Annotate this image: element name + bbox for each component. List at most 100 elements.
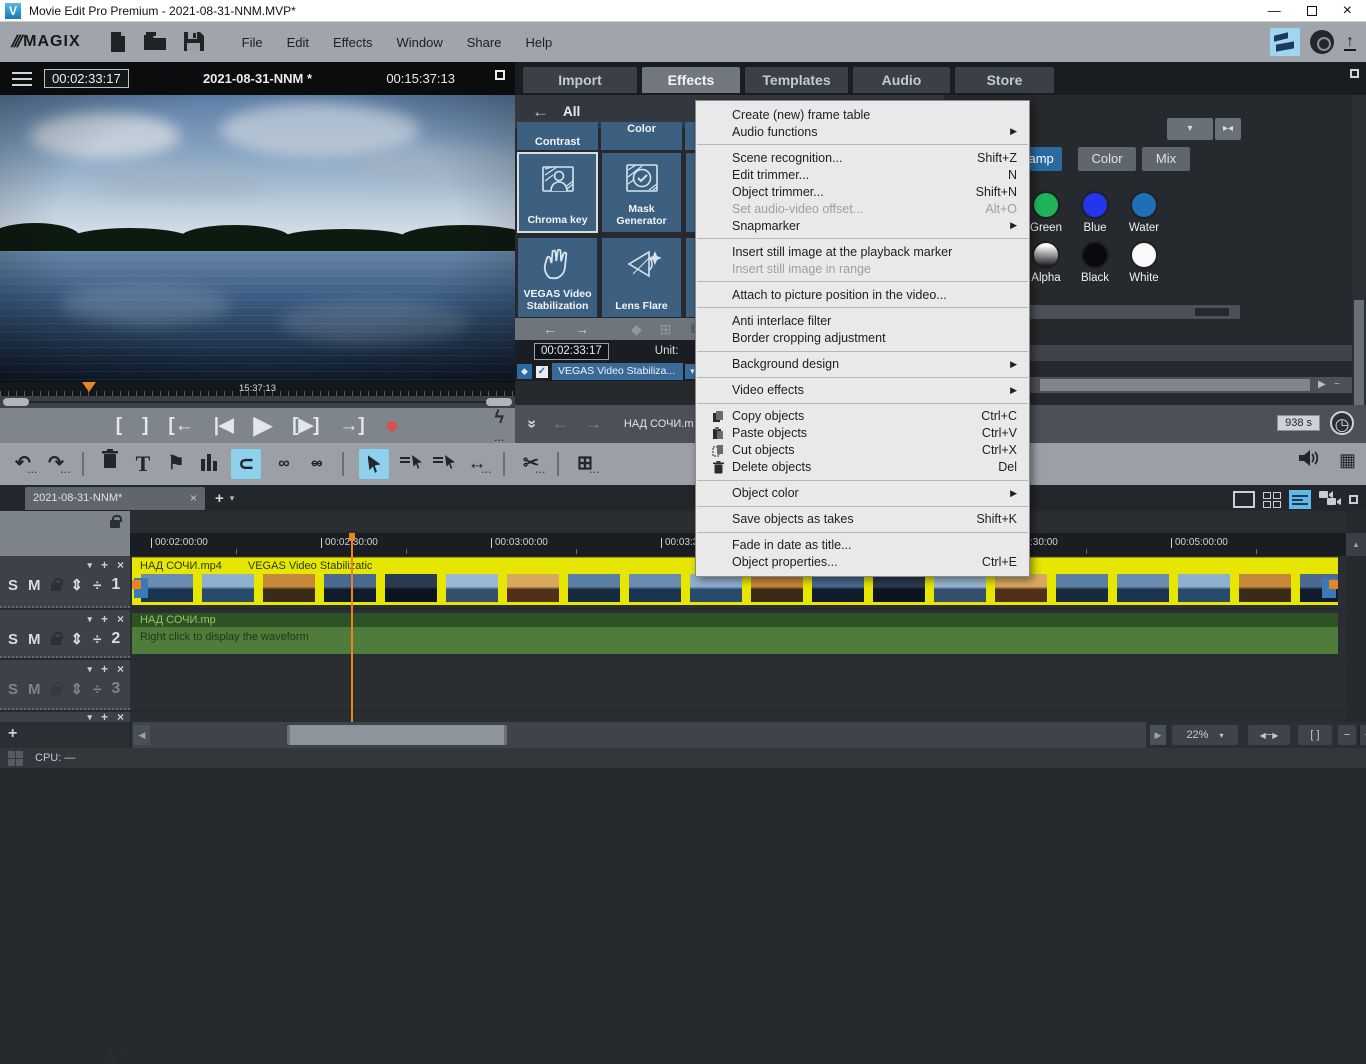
clip-thumbnails[interactable]	[132, 574, 1338, 602]
tab-mix[interactable]: Mix	[1142, 147, 1190, 171]
swatch-water[interactable]	[1130, 191, 1158, 219]
track2-solo-button[interactable]: S	[8, 631, 18, 648]
zoom-fit-all-icon[interactable]: [ ]	[1298, 725, 1332, 745]
preview-scrollbar[interactable]	[0, 396, 515, 408]
panel-detach-icon[interactable]	[1350, 69, 1359, 78]
track1-menu-icon[interactable]: ▾	[87, 560, 92, 571]
clip-thumbnail[interactable]	[141, 574, 193, 602]
menu-item-audio-functions[interactable]: Audio functions▶	[696, 123, 1029, 140]
track3-transition-icon[interactable]: ÷	[93, 681, 101, 698]
track2-resize-icon[interactable]: ⇕	[71, 630, 84, 648]
audio-mixer-icon[interactable]	[1299, 449, 1319, 472]
project-tab[interactable]: 2021-08-31-NNM* ×	[25, 487, 205, 510]
track1-resize-icon[interactable]: ⇕	[71, 576, 84, 594]
clip-end-handle[interactable]	[1322, 578, 1336, 598]
track2-menu-icon[interactable]: ▾	[87, 614, 92, 625]
clip-thumbnail[interactable]	[812, 574, 864, 602]
open-project-icon[interactable]	[143, 31, 167, 53]
range-end-handle[interactable]	[486, 398, 512, 406]
clip-thumbnail[interactable]	[1178, 574, 1230, 602]
menu-effects[interactable]: Effects	[333, 35, 373, 50]
track-flash-icon[interactable]: ϟ	[108, 1048, 115, 1064]
tab-store[interactable]: Store	[955, 67, 1054, 93]
tile-color-partial[interactable]: Color	[601, 122, 682, 150]
track2-add-icon[interactable]: +	[101, 612, 108, 626]
quick-actions-icon[interactable]: ϟ...	[494, 408, 505, 444]
menu-item-delete-objects[interactable]: Delete objectsDel	[696, 459, 1029, 476]
menu-item-edit-trimmer[interactable]: Edit trimmer...N	[696, 166, 1029, 183]
history-fwd-icon[interactable]: →	[575, 321, 589, 337]
waveform-display-button[interactable]	[198, 447, 220, 481]
menu-file[interactable]: File	[242, 35, 263, 50]
new-project-icon[interactable]	[109, 31, 127, 53]
track1-add-icon[interactable]: +	[101, 558, 108, 572]
collapse-panel-icon[interactable]: »	[522, 420, 540, 429]
scroll-left-icon[interactable]: ◀	[134, 725, 150, 745]
range-in-button[interactable]: [	[116, 416, 122, 435]
clip-thumbnail[interactable]	[1117, 574, 1169, 602]
minimize-button[interactable]: —	[1268, 3, 1281, 18]
audio-clip-body[interactable]: Right click to display the waveform	[132, 627, 1338, 654]
tab-templates[interactable]: Templates	[745, 67, 848, 93]
menu-item-fade-in-date-as-title[interactable]: Fade in date as title...	[696, 537, 1029, 554]
panel-vscrollbar[interactable]: ▾	[1352, 95, 1366, 443]
track2-close-icon[interactable]: ×	[117, 612, 124, 626]
track1-transition-icon[interactable]: ÷	[93, 577, 101, 594]
view-timeline-icon[interactable]	[1289, 490, 1311, 509]
range-out-button[interactable]: ]	[142, 416, 148, 435]
zoom-out-icon[interactable]: −	[1334, 379, 1340, 390]
clip-thumbnail[interactable]	[995, 574, 1047, 602]
swatch-black[interactable]	[1081, 241, 1109, 269]
view-storyboard-icon[interactable]	[1319, 489, 1341, 510]
clock-icon[interactable]: ◷	[1330, 411, 1354, 435]
split-button[interactable]: ✂...	[520, 449, 542, 479]
clip-thumbnail[interactable]	[385, 574, 437, 602]
timeline-zoom-in-icon[interactable]: +	[1358, 725, 1366, 745]
jump-end-button[interactable]: →]	[339, 416, 364, 435]
range-start-handle[interactable]	[3, 398, 29, 406]
track4-menu-icon[interactable]: ▾	[87, 712, 92, 723]
tile-vegas-video-stabilization[interactable]: VEGAS Video Stabilization	[517, 237, 598, 318]
menu-item-anti-interlace-filter[interactable]: Anti interlace filter	[696, 312, 1029, 329]
play-range-button[interactable]: [▶]	[292, 416, 319, 435]
ungroup-button[interactable]: ∞	[305, 449, 327, 479]
preview-playhead-icon[interactable]	[82, 382, 96, 392]
hscroll-thumb[interactable]	[287, 725, 507, 745]
plugin-name[interactable]: VEGAS Video Stabiliza...	[552, 363, 683, 380]
clip-thumbnail[interactable]	[202, 574, 254, 602]
menu-share[interactable]: Share	[467, 35, 502, 50]
menu-item-save-objects-as-takes[interactable]: Save objects as takesShift+K	[696, 511, 1029, 528]
project-dropdown-icon[interactable]: ▾	[230, 493, 235, 504]
keyframe-timecode[interactable]: 00:02:33:17	[534, 343, 609, 360]
chapter-marker-button[interactable]: ⚑	[165, 449, 187, 479]
clip-thumbnail[interactable]	[629, 574, 681, 602]
delete-keyframe-icon[interactable]: ⊞	[660, 321, 672, 338]
prev-clip-icon[interactable]: ←	[552, 414, 569, 434]
track3-close-icon[interactable]: ×	[117, 662, 124, 676]
back-arrow-icon[interactable]: ←	[532, 102, 549, 122]
stretch-mode-button[interactable]: ↔...	[466, 449, 488, 479]
prev-frame-button[interactable]: |◀	[214, 416, 234, 435]
tab-color[interactable]: Color	[1078, 147, 1136, 171]
clip-thumbnail[interactable]	[263, 574, 315, 602]
mixer-grid-icon[interactable]: ▦	[1339, 450, 1356, 471]
tile-contrast-partial[interactable]: Contrast	[517, 122, 598, 150]
clip-thumbnail[interactable]	[873, 574, 925, 602]
mouse-mode-single-button[interactable]	[359, 449, 389, 479]
menu-window[interactable]: Window	[397, 35, 443, 50]
clip-thumbnail[interactable]	[568, 574, 620, 602]
menu-item-cut-objects[interactable]: Cut objectsCtrl+X	[696, 442, 1029, 459]
timeline-hscrollbar[interactable]: ◀	[130, 722, 1146, 748]
save-project-icon[interactable]	[183, 31, 204, 53]
history-back-icon[interactable]: ←	[543, 321, 557, 337]
zoom-fit-range-icon[interactable]: ◀−▶	[1248, 725, 1290, 745]
track3-solo-button[interactable]: S	[8, 681, 18, 698]
tile-mask-generator[interactable]: Mask Generator	[601, 152, 682, 233]
preview-ruler[interactable]: 15:37:13	[0, 382, 515, 396]
swatch-blue[interactable]	[1081, 191, 1109, 219]
jump-start-button[interactable]: [←	[168, 416, 193, 435]
menu-item-create-frame-table[interactable]: Create (new) frame table	[696, 106, 1029, 123]
menu-item-insert-still-at-marker[interactable]: Insert still image at the playback marke…	[696, 243, 1029, 260]
menu-item-copy-objects[interactable]: Copy objectsCtrl+C	[696, 408, 1029, 425]
clip-thumbnail[interactable]	[1239, 574, 1291, 602]
